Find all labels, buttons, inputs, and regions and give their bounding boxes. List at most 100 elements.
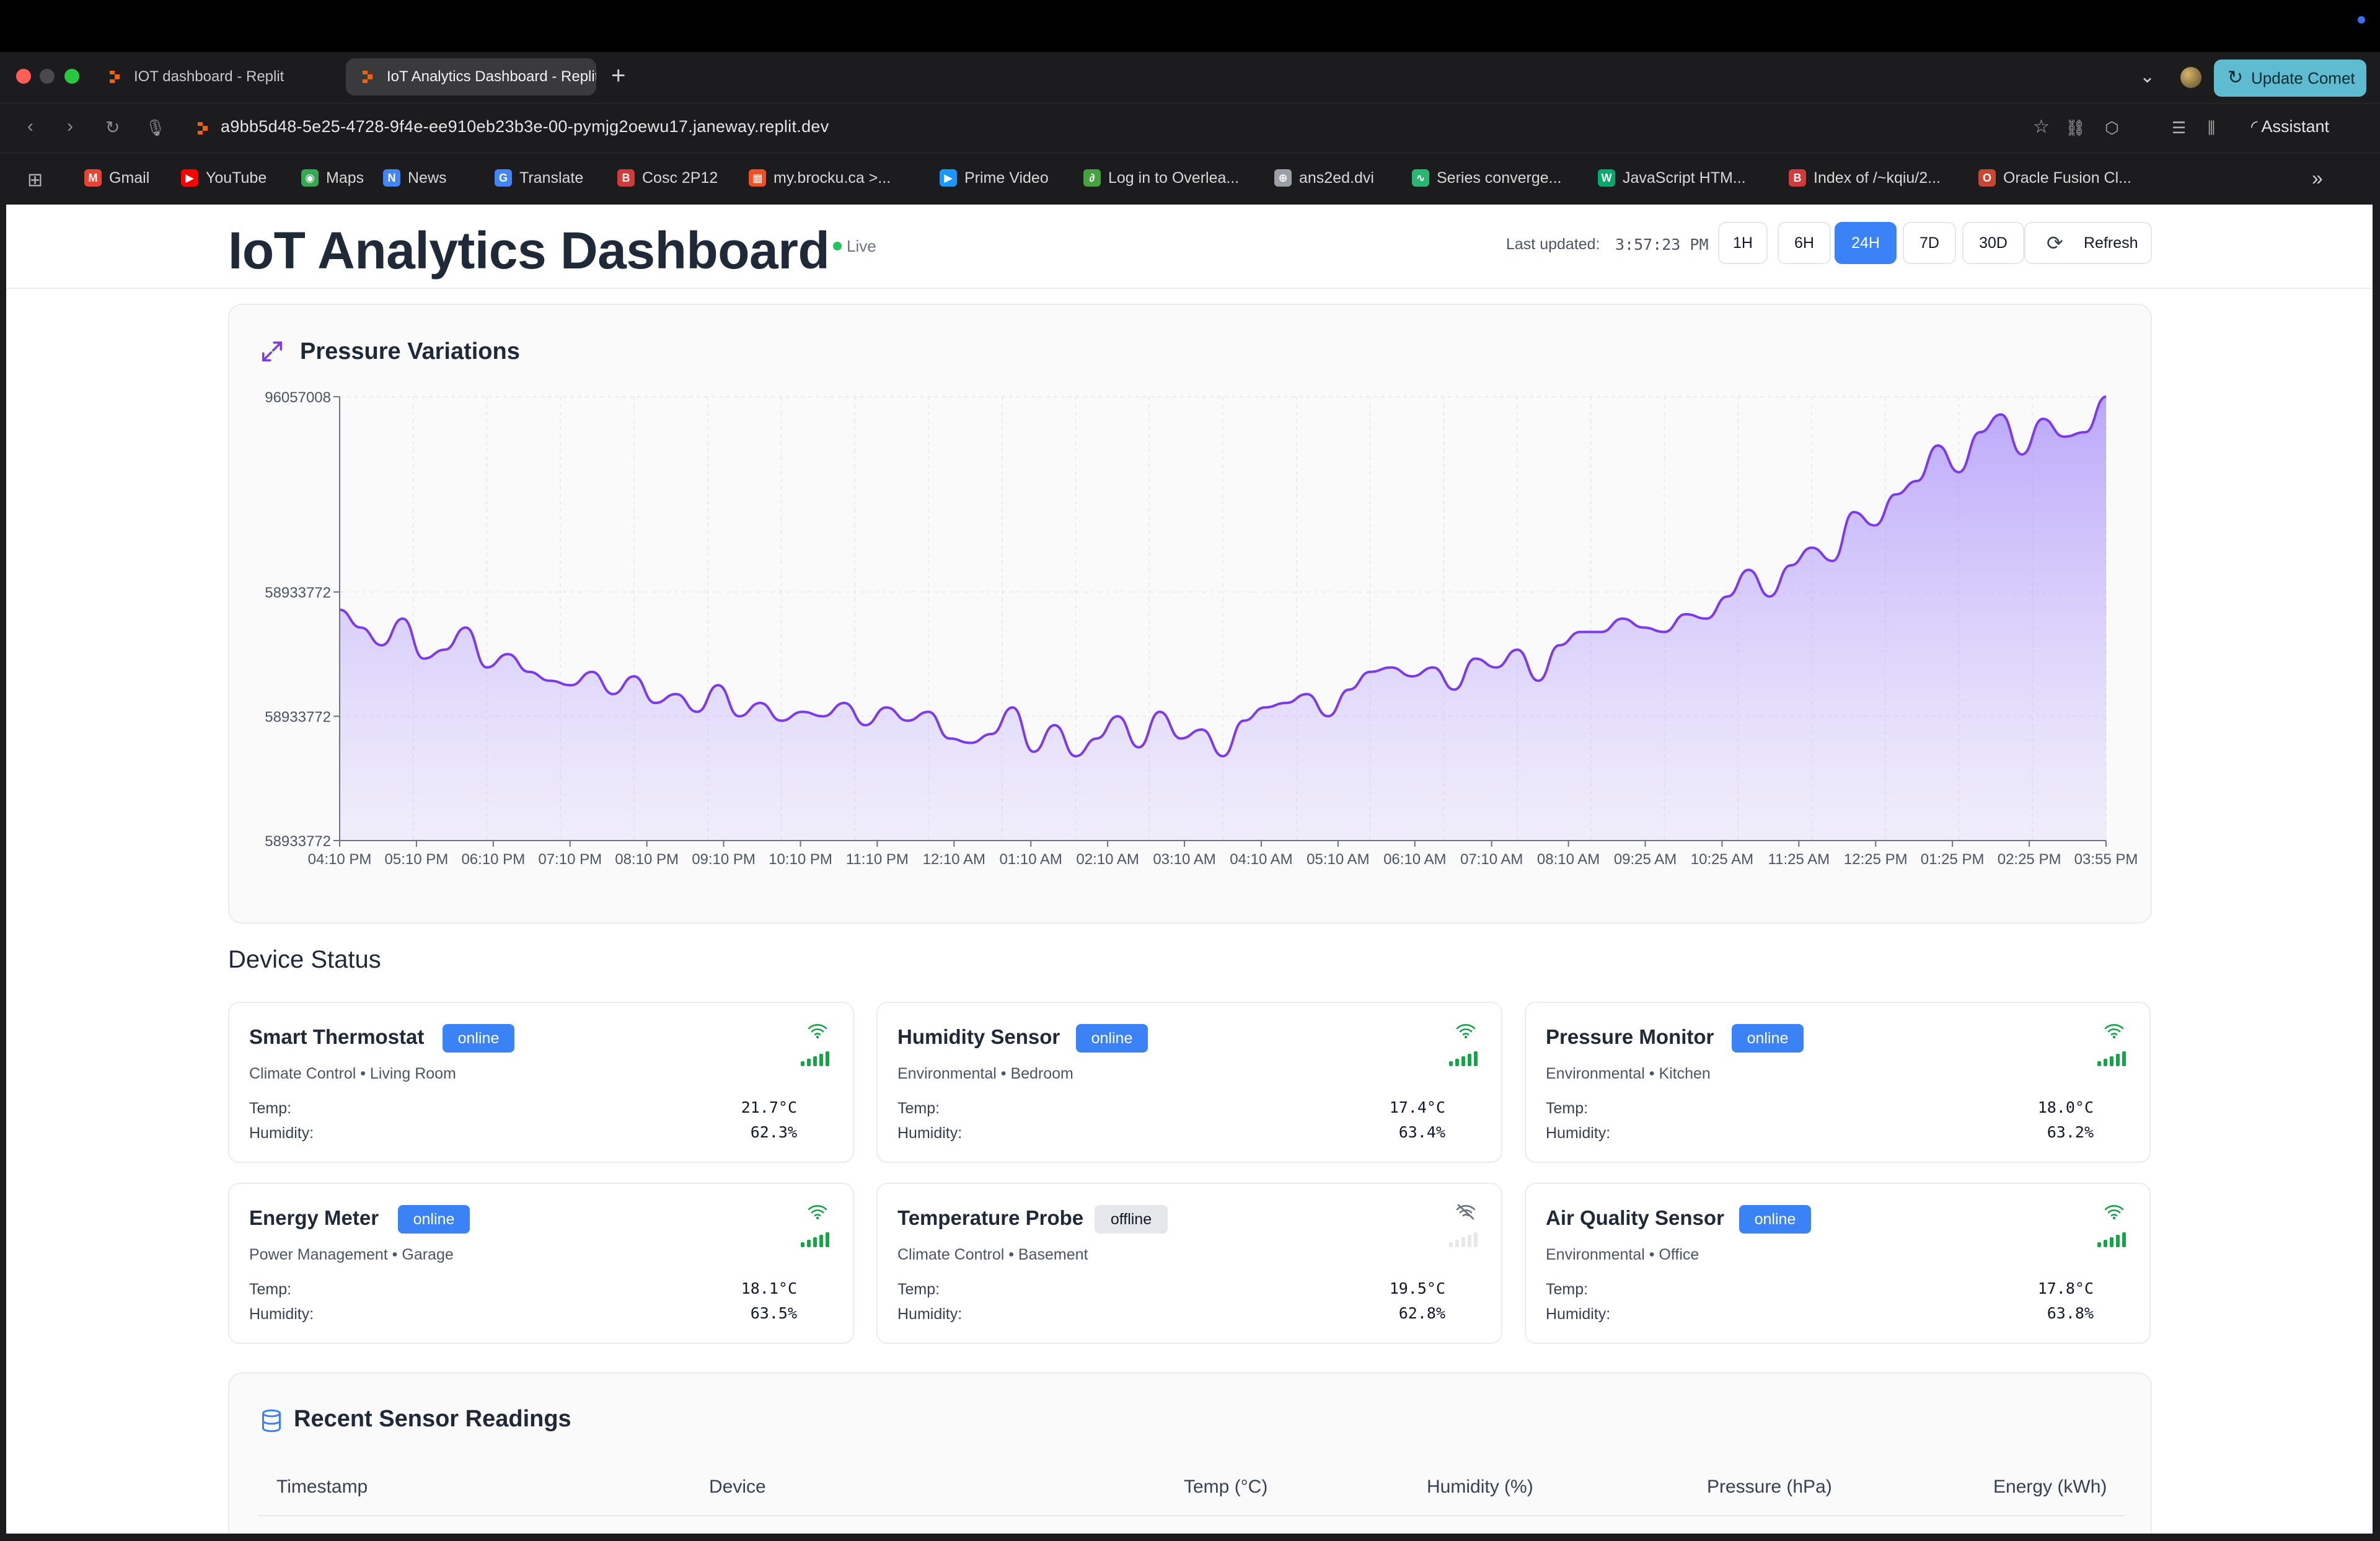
- page-title: IoT Analytics Dashboard: [228, 221, 830, 280]
- tab-iot-dashboard-replit[interactable]: IOT dashboard - Replit: [93, 58, 341, 95]
- device-card[interactable]: Smart Thermostat online Climate Control • …: [228, 1002, 854, 1163]
- signal-strength-icon: [2097, 1051, 2126, 1066]
- url-input[interactable]: a9bb5d48-5e25-4728-9f4e-ee910eb23b3e-00-…: [221, 117, 829, 136]
- database-icon: [262, 1409, 281, 1433]
- range-button-7d[interactable]: 7D: [1903, 222, 1956, 264]
- device-card[interactable]: Pressure Monitor online Environmental • Ki…: [1525, 1002, 2151, 1163]
- bookmark-label: Log in to Overlea...: [1108, 169, 1240, 187]
- device-name: Humidity Sensor: [897, 1025, 1060, 1048]
- assistant-label: Assistant: [2261, 117, 2330, 136]
- bookmark-item[interactable]: O Oracle Fusion Cl...: [1978, 169, 2131, 187]
- profile-avatar[interactable]: [2180, 67, 2202, 88]
- link-icon[interactable]: ⛓: [2065, 118, 2086, 138]
- temp-label: Temp:: [249, 1281, 292, 1298]
- x-tick-label: 09:25 AM: [1614, 851, 1677, 868]
- forward-icon[interactable]: ›: [67, 116, 73, 137]
- column-header-energy[interactable]: Energy (kWh): [1993, 1477, 2107, 1498]
- temp-label: Temp:: [897, 1100, 940, 1117]
- replit-icon: [198, 122, 208, 135]
- microphone-icon[interactable]: 🎙: [145, 118, 165, 138]
- series-icon: ∿: [1412, 169, 1429, 187]
- column-header-temp[interactable]: Temp (°C): [1184, 1477, 1267, 1498]
- status-badge: online: [443, 1024, 514, 1053]
- device-category: Climate Control • Basement: [897, 1246, 1088, 1263]
- close-window-button[interactable]: [16, 69, 31, 84]
- assistant-button[interactable]: ◜ Assistant: [2251, 117, 2329, 136]
- range-button-24h[interactable]: 24H: [1835, 222, 1897, 264]
- apps-grid-icon[interactable]: ⊞: [27, 169, 43, 191]
- bookmark-item[interactable]: ◉ Maps: [301, 169, 364, 187]
- device-category: Power Management • Garage: [249, 1246, 454, 1263]
- bookmark-item[interactable]: ∿ Series converge...: [1412, 169, 1562, 187]
- y-tick-label: 96057008: [265, 389, 331, 406]
- update-comet-button[interactable]: ↻ Update Comet: [2214, 60, 2366, 97]
- device-card[interactable]: Temperature Probe offline Climate Control …: [876, 1183, 1502, 1344]
- new-tab-button[interactable]: +: [611, 63, 625, 88]
- tab-title: IoT Analytics Dashboard - Replit: [387, 68, 596, 85]
- overleaf-icon: ∂: [1083, 169, 1101, 187]
- signal-strength-icon: [2097, 1232, 2126, 1247]
- x-tick-label: 12:10 AM: [923, 851, 985, 868]
- status-dot: [2358, 16, 2365, 24]
- news-icon: N: [383, 169, 400, 187]
- signal-strength-icon: [801, 1051, 829, 1066]
- bookmark-item[interactable]: M Gmail: [84, 169, 149, 187]
- column-header-pressure[interactable]: Pressure (hPa): [1707, 1477, 1832, 1498]
- column-header-device[interactable]: Device: [709, 1477, 766, 1498]
- x-tick-label: 08:10 PM: [615, 851, 679, 868]
- bookmark-item[interactable]: B Index of /~kqiu/2...: [1789, 169, 1941, 187]
- bookmark-item[interactable]: B Cosc 2P12: [617, 169, 718, 187]
- wifi-icon: [2104, 1205, 2124, 1220]
- humidity-label: Humidity:: [1546, 1305, 1611, 1323]
- tab-iot-analytics-dashboard[interactable]: IoT Analytics Dashboard - Replit: [346, 58, 596, 95]
- bookmark-label: Index of /~kqiu/2...: [1814, 169, 1941, 187]
- bookmark-item[interactable]: G Translate: [495, 169, 583, 187]
- x-tick-label: 05:10 AM: [1307, 851, 1369, 868]
- zoom-window-button[interactable]: [64, 69, 79, 84]
- x-tick-label: 04:10 AM: [1230, 851, 1292, 868]
- minimize-window-button[interactable]: [40, 69, 55, 84]
- bookmark-label: Translate: [519, 169, 584, 187]
- range-button-30d[interactable]: 30D: [1962, 222, 2024, 264]
- replit-icon: [110, 71, 120, 83]
- extensions-icon[interactable]: ⬡: [2105, 118, 2119, 138]
- bookmark-item[interactable]: ∂ Log in to Overlea...: [1083, 169, 1239, 187]
- bookmark-item[interactable]: W JavaScript HTM...: [1598, 169, 1746, 187]
- status-badge: online: [1739, 1205, 1811, 1234]
- bookmark-star-icon[interactable]: ☆: [2033, 116, 2050, 138]
- refresh-button[interactable]: ⟳ Refresh: [2024, 222, 2152, 264]
- reload-icon[interactable]: ↻: [105, 117, 120, 138]
- pressure-chart-card: Pressure Variations 96057008 58933772 5893…: [228, 304, 2152, 924]
- x-tick-label: 01:25 PM: [1921, 851, 1985, 868]
- area-fill: [340, 397, 2106, 841]
- back-icon[interactable]: ‹: [27, 116, 33, 137]
- column-header-timestamp[interactable]: Timestamp: [276, 1477, 368, 1498]
- oracle-icon: O: [1978, 169, 1996, 187]
- range-button-1h[interactable]: 1H: [1718, 222, 1768, 264]
- column-header-humidity[interactable]: Humidity (%): [1427, 1477, 1533, 1498]
- device-card[interactable]: Air Quality Sensor online Environmental • …: [1525, 1183, 2151, 1344]
- menu-lines-icon[interactable]: ☰: [2172, 118, 2186, 138]
- bookmark-label: JavaScript HTM...: [1623, 169, 1746, 187]
- pressure-area-chart: 9605700858933772589337725893377204:10 PM…: [265, 389, 2138, 868]
- chevron-down-icon[interactable]: ⌄: [2140, 66, 2155, 87]
- bookmark-item[interactable]: N News: [383, 169, 447, 187]
- humidity-value: 63.4%: [1398, 1123, 1445, 1141]
- last-updated-time: 3:57:23 PM: [1615, 236, 1709, 254]
- humidity-label: Humidity:: [249, 1305, 314, 1323]
- device-category: Environmental • Office: [1546, 1246, 1699, 1263]
- gmail-icon: M: [84, 169, 102, 187]
- device-card[interactable]: Energy Meter online Power Management • Gar…: [228, 1183, 854, 1344]
- bookmark-item[interactable]: ⊕ ans2ed.dvi: [1274, 169, 1374, 187]
- recent-readings-card: Recent Sensor Readings Timestamp Device …: [228, 1372, 2152, 1534]
- dashboard-header: IoT Analytics Dashboard Live Last update…: [6, 205, 2373, 289]
- audio-wave-icon[interactable]: ⫼: [2208, 118, 2215, 138]
- bookmark-item[interactable]: ▦ my.brocku.ca >...: [749, 169, 891, 187]
- translate-icon: G: [495, 169, 512, 187]
- x-tick-label: 06:10 PM: [461, 851, 525, 868]
- device-card[interactable]: Humidity Sensor online Environmental • Bed…: [876, 1002, 1502, 1163]
- bookmark-item[interactable]: ▶ Prime Video: [940, 169, 1049, 187]
- bookmark-item[interactable]: ▶ YouTube: [181, 169, 267, 187]
- more-bookmarks-icon[interactable]: »: [2312, 167, 2323, 190]
- range-button-6h[interactable]: 6H: [1778, 222, 1831, 264]
